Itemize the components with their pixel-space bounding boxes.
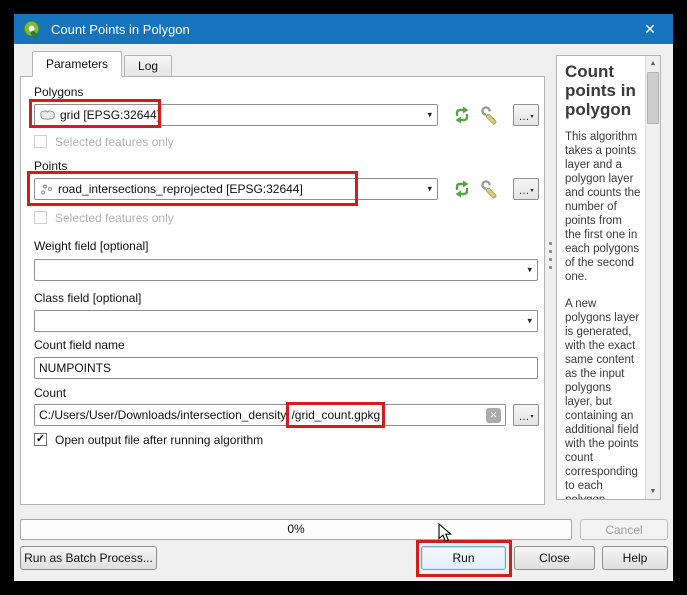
title-bar: Count Points in Polygon ✕ [14,14,673,44]
progress-value: 0% [287,522,304,536]
progress-bar: 0% [20,519,572,540]
help-paragraph: A new polygons layer is generated, with … [565,297,641,499]
dialog-window: Count Points in Polygon ✕ Parameters Log… [14,14,673,581]
count-browse-button[interactable]: …▾ [513,404,539,426]
ellipsis-icon: … [518,412,529,422]
class-field-label: Class field [optional] [34,291,141,305]
chevron-down-icon: ▾ [427,184,432,195]
weight-field-label: Weight field [optional] [34,239,149,253]
tab-log[interactable]: Log [124,55,172,77]
iterate-icon [452,179,472,199]
polygons-selected-only-checkbox[interactable] [34,135,47,148]
run-as-batch-button[interactable]: Run as Batch Process... [20,546,157,570]
help-panel: Count points in polygon This algorithm t… [556,55,661,500]
count-field-name-label: Count field name [34,338,125,352]
parameters-panel: Polygons grid [EPSG:32644] ▾ [20,76,545,505]
advanced-options-button[interactable] [477,104,503,126]
help-scrollbar[interactable]: ▲ ▼ [645,56,660,499]
count-field-name-input[interactable] [34,357,538,379]
chevron-down-icon: ▾ [530,112,533,122]
scroll-down-icon[interactable]: ▼ [646,484,660,499]
ellipsis-icon: … [518,112,529,122]
qgis-logo-icon [23,20,42,39]
count-output-label: Count [34,386,66,400]
iterate-over-layer-button[interactable] [449,104,475,126]
chevron-down-icon: ▾ [530,412,533,422]
polygons-combobox[interactable]: grid [EPSG:32644] ▾ [34,104,438,126]
ellipsis-icon: … [518,186,529,196]
tab-parameters[interactable]: Parameters [32,51,122,77]
points-selected-only-checkbox[interactable] [34,211,47,224]
scroll-up-icon[interactable]: ▲ [646,56,660,71]
points-combobox[interactable]: road_intersections_reprojected [EPSG:326… [34,178,438,200]
advanced-options-button[interactable] [477,178,503,200]
close-icon: ✕ [644,21,656,38]
count-output-path-field[interactable]: C:/Users/User/Downloads/intersection_den… [34,404,506,426]
cancel-button[interactable]: Cancel [580,519,668,540]
class-field-combobox[interactable]: ▾ [34,310,538,332]
clear-icon[interactable]: ✕ [486,408,501,423]
check-icon: ✓ [36,433,45,445]
chevron-down-icon: ▾ [530,186,533,196]
iterate-over-layer-button[interactable] [449,178,475,200]
screenshot-stage: Count Points in Polygon ✕ Parameters Log… [0,0,687,595]
window-title: Count Points in Polygon [51,22,190,37]
points-label: Points [34,159,67,173]
help-content: Count points in polygon This algorithm t… [557,56,645,499]
open-output-label: Open output file after running algorithm [55,433,263,447]
panel-splitter-handle[interactable] [549,242,552,272]
weight-field-combobox[interactable]: ▾ [34,259,538,281]
output-path-prefix: C:/Users/User/Downloads/intersection_den… [39,408,286,422]
help-button[interactable]: Help [602,546,668,570]
iterate-icon [452,105,472,125]
polygons-label: Polygons [34,85,83,99]
scrollbar-thumb[interactable] [647,72,659,124]
polygon-layer-icon [39,109,56,121]
polygons-browse-button[interactable]: …▾ [513,104,539,126]
wrench-icon [480,179,500,199]
wrench-icon [480,105,500,125]
points-selected-only-label: Selected features only [55,211,174,225]
open-output-checkbox[interactable]: ✓ [34,433,47,446]
chevron-down-icon: ▾ [527,316,532,327]
chevron-down-icon: ▾ [527,265,532,276]
output-filename-annotation: /grid_count.gpkg [286,402,385,428]
help-paragraph: This algorithm takes a points layer and … [565,130,641,284]
polygons-selected-only-label: Selected features only [55,135,174,149]
points-browse-button[interactable]: …▾ [513,178,539,200]
help-title: Count points in polygon [565,62,641,119]
polygons-value: grid [EPSG:32644] [60,108,160,122]
run-button[interactable]: Run [421,546,506,570]
point-layer-icon [39,183,54,196]
chevron-down-icon: ▾ [427,110,432,121]
close-button[interactable]: ✕ [627,14,673,44]
tab-bar: Parameters Log [32,52,174,77]
points-value: road_intersections_reprojected [EPSG:326… [58,182,303,196]
close-button[interactable]: Close [514,546,595,570]
